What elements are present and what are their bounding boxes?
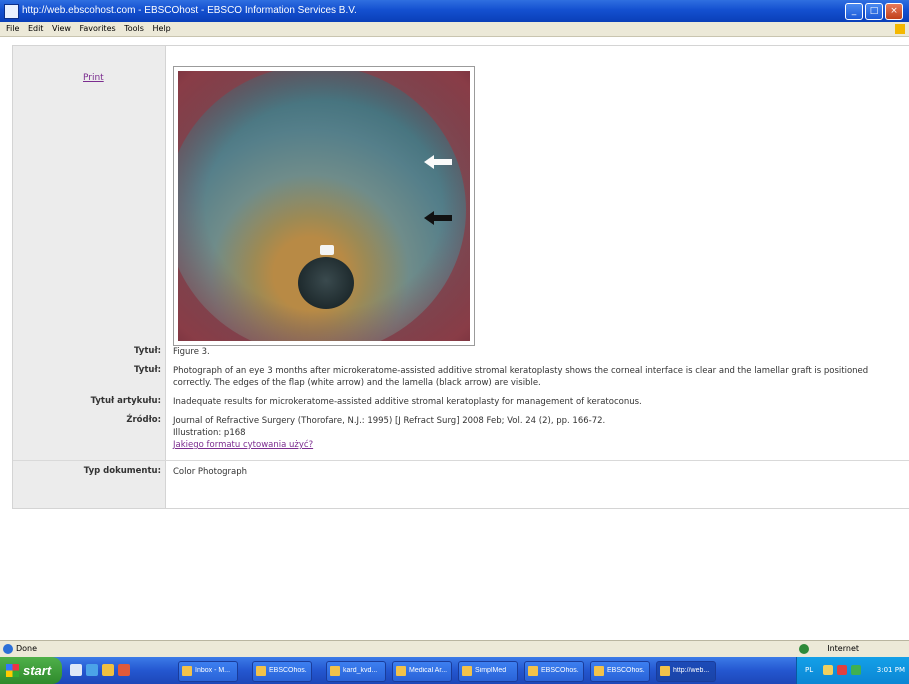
- taskbar-item[interactable]: Inbox - M...: [178, 661, 238, 682]
- system-tray: PL 3:01 PM: [796, 657, 909, 684]
- internet-zone-icon: [799, 644, 809, 654]
- start-button[interactable]: start: [0, 657, 62, 684]
- taskbar-item[interactable]: kard_kvd...: [326, 661, 386, 682]
- menu-favorites[interactable]: Favorites: [80, 22, 116, 36]
- taskbar-item[interactable]: EBSCOhos...: [252, 661, 312, 682]
- menu-view[interactable]: View: [52, 22, 71, 36]
- browser-content: Print Tytuł: Figure 3. Tytuł: Photograph…: [0, 37, 909, 640]
- ie-page-icon: [4, 4, 19, 19]
- taskbar-item-active[interactable]: http://web...: [656, 661, 716, 682]
- security-zone-label: Internet: [827, 644, 859, 653]
- status-bar: Done Internet: [0, 640, 909, 658]
- field-label: Tytuł:: [134, 346, 161, 356]
- document-icon: [594, 666, 604, 676]
- tray-network-icon[interactable]: [823, 665, 833, 675]
- row-divider: [13, 460, 909, 461]
- record-panel: Print Tytuł: Figure 3. Tytuł: Photograph…: [12, 45, 909, 509]
- taskbar-item[interactable]: SimplMed: [458, 661, 518, 682]
- status-text: Done: [16, 644, 38, 653]
- field-value: Inadequate results for microkeratome-ass…: [173, 397, 642, 407]
- label-column: [13, 46, 166, 508]
- close-button[interactable]: ×: [885, 3, 903, 20]
- document-icon: [396, 666, 406, 676]
- browser-icon: [256, 666, 266, 676]
- tray-update-icon[interactable]: [851, 665, 861, 675]
- field-label: Tytuł:: [134, 365, 161, 375]
- ie-icon: [3, 644, 13, 654]
- minimize-button[interactable]: _: [845, 3, 863, 20]
- taskbar: start Inbox - M... EBSCOhos... kard_kvd.…: [0, 657, 909, 684]
- browser-icon: [528, 666, 538, 676]
- language-indicator[interactable]: PL: [805, 666, 813, 674]
- start-label: start: [23, 663, 52, 678]
- field-value: Photograph of an eye 3 months after micr…: [173, 366, 869, 388]
- print-link[interactable]: Print: [83, 73, 104, 83]
- figure-frame: [173, 66, 475, 346]
- quicklaunch-desktop-icon[interactable]: [70, 664, 82, 676]
- field-label: Tytuł artykułu:: [90, 396, 161, 406]
- field-value-block: Journal of Refractive Surgery (Thorofare…: [173, 415, 901, 451]
- windows-logo-icon: [895, 24, 905, 34]
- field-value: Color Photograph: [173, 467, 248, 477]
- menu-tools[interactable]: Tools: [124, 22, 144, 36]
- browser-icon: [660, 666, 670, 676]
- quicklaunch-folder-icon[interactable]: [102, 664, 114, 676]
- menu-help[interactable]: Help: [152, 22, 170, 36]
- taskbar-item[interactable]: EBSCOhos...: [590, 661, 650, 682]
- taskbar-item[interactable]: EBSCOhos...: [524, 661, 584, 682]
- citation-format-link[interactable]: Jakiego formatu cytowania użyć?: [173, 439, 901, 451]
- field-label: Źródło:: [126, 415, 161, 425]
- maximize-button[interactable]: □: [865, 3, 883, 20]
- pupil-shape: [298, 257, 354, 309]
- menu-edit[interactable]: Edit: [28, 22, 44, 36]
- quicklaunch-ie-icon[interactable]: [86, 664, 98, 676]
- menu-file[interactable]: File: [6, 22, 19, 36]
- clock[interactable]: 3:01 PM: [877, 666, 905, 674]
- light-reflection: [320, 245, 334, 255]
- eye-photograph: [178, 71, 470, 341]
- window-title-bar: http://web.ebscohost.com - EBSCOhost - E…: [0, 0, 909, 22]
- quicklaunch-media-icon[interactable]: [118, 664, 130, 676]
- field-value: Figure 3.: [173, 347, 210, 357]
- field-label: Typ dokumentu:: [83, 466, 161, 476]
- windows-flag-icon: [6, 664, 19, 677]
- window-controls: _ □ ×: [845, 3, 903, 20]
- document-icon: [462, 666, 472, 676]
- window-title: http://web.ebscohost.com - EBSCOhost - E…: [22, 5, 357, 16]
- source-citation: Journal of Refractive Surgery (Thorofare…: [173, 416, 606, 426]
- document-icon: [330, 666, 340, 676]
- taskbar-item[interactable]: Medical Ar...: [392, 661, 452, 682]
- tray-antivirus-icon[interactable]: [837, 665, 847, 675]
- envelope-icon: [182, 666, 192, 676]
- source-illustration: Illustration: p168: [173, 428, 246, 438]
- menu-bar: File Edit View Favorites Tools Help: [0, 22, 909, 37]
